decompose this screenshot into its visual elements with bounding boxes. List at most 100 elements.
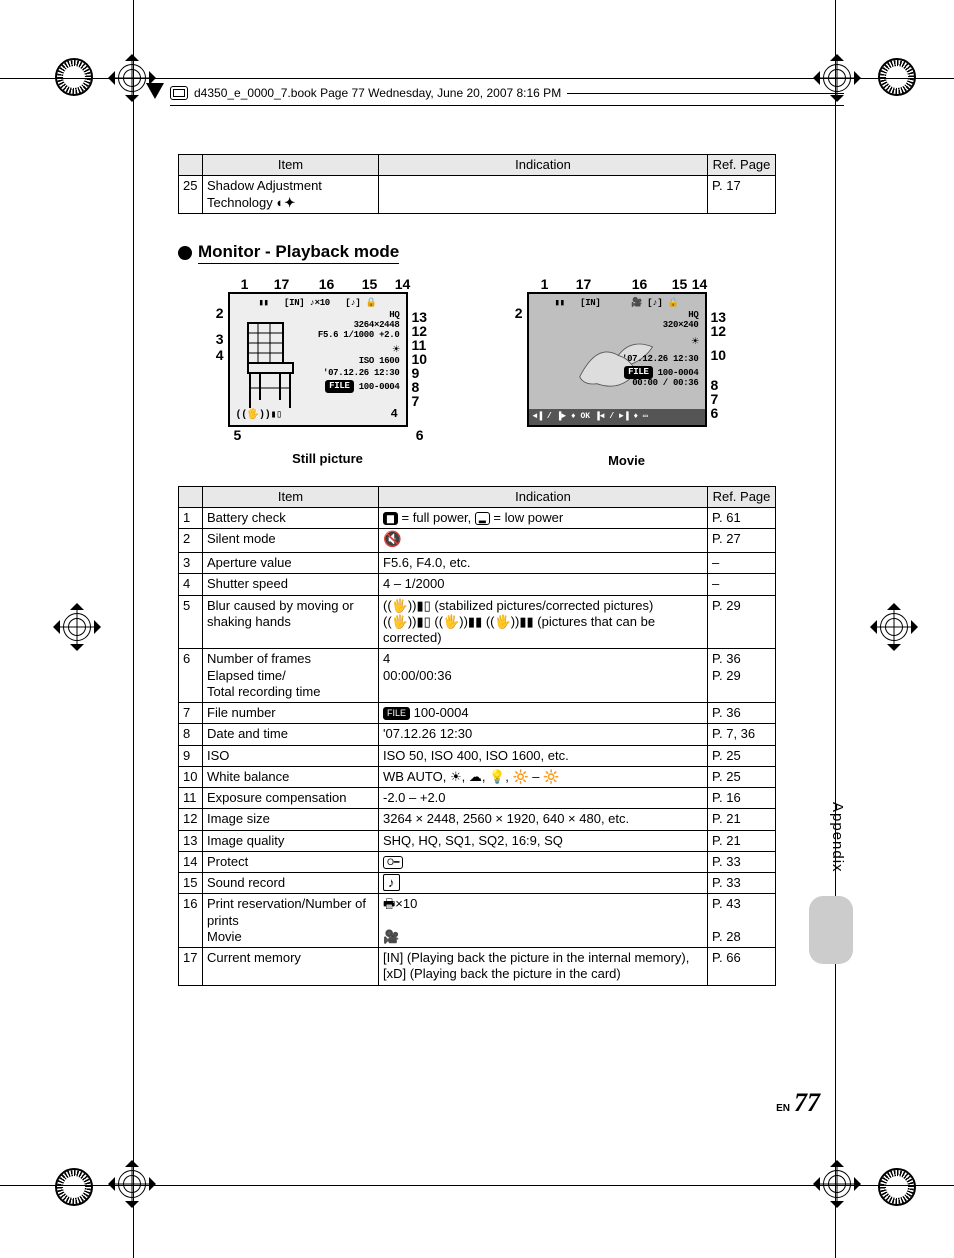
cell-indication: 4 00:00/00:36 — [379, 649, 708, 703]
cell-num: 16 — [179, 894, 203, 948]
wb-sunny-icon: ☀ — [450, 769, 462, 784]
cell-indication: SHQ, HQ, SQ1, SQ2, 16:9, SQ — [379, 830, 708, 851]
osd-line: ISO 1600 — [230, 356, 406, 366]
battery-full-icon: ▮▮ — [258, 298, 268, 308]
cell-num: 8 — [179, 724, 203, 745]
cell-num: 2 — [179, 529, 203, 553]
cell-indication: -2.0 – +2.0 — [379, 788, 708, 809]
registration-mark-icon — [878, 1168, 916, 1206]
cell-ref: P. 36 P. 29 — [708, 649, 776, 703]
cell-indication: ♪ — [379, 873, 708, 894]
table-row: 7File numberFILE 100-0004P. 36 — [179, 703, 776, 724]
diagram-movie: 1 17 16 15 14 2 ▮▮ [IN] — [507, 276, 747, 468]
cell-num: 4 — [179, 574, 203, 595]
monitor-diagrams: 1 17 16 15 14 2 3 4 — [178, 276, 776, 468]
cell-ref: P. 7, 36 — [708, 724, 776, 745]
osd-line: F5.6 1/1000 +2.0 — [230, 330, 406, 340]
cell-item: File number — [203, 703, 379, 724]
heading-text: Monitor - Playback mode — [198, 242, 399, 264]
table-row: 11Exposure compensation-2.0 – +2.0P. 16 — [179, 788, 776, 809]
cell-ref: P. 61 — [708, 508, 776, 529]
page-footer: EN 77 — [776, 1088, 820, 1118]
cell-item: Exposure compensation — [203, 788, 379, 809]
cell-num: 12 — [179, 809, 203, 830]
cell-indication: [IN] (Playing back the picture in the in… — [379, 948, 708, 986]
page-header: d4350_e_0000_7.book Page 77 Wednesday, J… — [170, 86, 844, 100]
table-row: 3Aperture valueF5.6, F4.0, etc.– — [179, 553, 776, 574]
osd-line: ▮▮ [IN] ♪×10 [♪] 🔒 — [230, 298, 406, 308]
footer-lang: EN — [776, 1103, 790, 1114]
callout-left-col: 2 3 4 — [208, 292, 224, 427]
print-reservation-icon: 🖶 — [383, 896, 395, 911]
crop-line — [835, 0, 836, 1258]
osd-line: '07.12.26 12:30 — [230, 368, 406, 378]
table-row: 25 Shadow Adjustment Technology ◐✦ P. 17 — [179, 176, 776, 214]
cell-item: ISO — [203, 745, 379, 766]
table-row: 15Sound record♪P. 33 — [179, 873, 776, 894]
crop-line — [0, 1185, 954, 1186]
th-item: Item — [203, 155, 379, 176]
callout-top-row: 1 17 16 15 14 — [234, 276, 448, 292]
table-row: 13Image qualitySHQ, HQ, SQ1, SQ2, 16:9, … — [179, 830, 776, 851]
osd-line: HQ — [529, 310, 705, 320]
cell-ref: P. 25 — [708, 766, 776, 787]
bookmark-icon — [146, 83, 164, 99]
osd-line: ▮▮ [IN] 🎥 [♪] 🔒 — [529, 298, 705, 308]
wb-tungsten-icon: 💡 — [489, 769, 505, 784]
cell-item: Date and time — [203, 724, 379, 745]
osd-controls-bar: ◄▐ / ▐► ♦ OK ▐◄ / ►▐ ♦ ▭ — [529, 409, 705, 425]
table-row: 9ISOISO 50, ISO 400, ISO 1600, etc.P. 25 — [179, 745, 776, 766]
callout-right-col: 13 12 11 10 9 8 7 — [412, 292, 428, 427]
table-row: 14ProtectO━P. 33 — [179, 851, 776, 872]
battery-low-icon: ▂ — [475, 512, 490, 525]
cell-num: 17 — [179, 948, 203, 986]
cell-indication: 🔇 — [379, 529, 708, 553]
wb-cloudy-icon: ☁ — [469, 769, 482, 784]
cell-ref: P. 27 — [708, 529, 776, 553]
cell-ref: P. 36 — [708, 703, 776, 724]
cell-indication: FILE 100-0004 — [379, 703, 708, 724]
cell-item: Current memory — [203, 948, 379, 986]
battery-full-icon: ▮▮ — [555, 298, 565, 308]
wb-fluorescent1-icon: 🔆 — [512, 769, 528, 784]
cell-indication: WB AUTO, ☀, ☁, 💡, 🔆 – 🔆 — [379, 766, 708, 787]
book-icon — [170, 86, 188, 100]
cell-item: Silent mode — [203, 529, 379, 553]
registration-mark-icon — [55, 58, 93, 96]
protect-icon: 🔒 — [668, 298, 679, 308]
cell-item: Number of frames Elapsed time/ Total rec… — [203, 649, 379, 703]
cell-item: Image size — [203, 809, 379, 830]
osd-line: 3264×2448 — [230, 320, 406, 330]
cell-item: Battery check — [203, 508, 379, 529]
protect-icon: 🔒 — [366, 298, 377, 308]
table-row: 17Current memory[IN] (Playing back the p… — [179, 948, 776, 986]
cell-num: 9 — [179, 745, 203, 766]
osd-line: 00:00 / 00:36 — [529, 378, 705, 388]
table-row: 6Number of frames Elapsed time/ Total re… — [179, 649, 776, 703]
cell-ref: P. 29 — [708, 595, 776, 649]
callout-right-col: 13 12 10 8 7 6 — [711, 292, 727, 427]
cell-ref: P. 33 — [708, 851, 776, 872]
cell-indication: ((🖐))▮▯ (stabilized pictures/corrected p… — [379, 595, 708, 649]
table-row: 16Print reservation/Number of prints Mov… — [179, 894, 776, 948]
osd-line: '07.12.26 12:30 — [529, 354, 705, 364]
cell-item: Print reservation/Number of prints Movie — [203, 894, 379, 948]
stabilized-ok-icon: ((🖐))▮▯ — [383, 598, 431, 613]
cell-item: Protect — [203, 851, 379, 872]
cell-ref: P. 16 — [708, 788, 776, 809]
cell-indication: '07.12.26 12:30 — [379, 724, 708, 745]
cell-ref: P. 21 — [708, 830, 776, 851]
th-indication: Indication — [379, 155, 708, 176]
cell-num: 7 — [179, 703, 203, 724]
cell-indication: 3264 × 2448, 2560 × 1920, 640 × 480, etc… — [379, 809, 708, 830]
osd-wb-icon: ☀ — [230, 342, 406, 357]
cell-indication: ▆ = full power, ▂ = low power — [379, 508, 708, 529]
cell-num: 10 — [179, 766, 203, 787]
cell-ref: – — [708, 574, 776, 595]
callout-bottom-row: 5 6 — [234, 427, 448, 443]
battery-full-icon: ▆ — [383, 512, 398, 525]
movie-icon: 🎥 — [383, 929, 399, 944]
table-row: 5Blur caused by moving or shaking hands(… — [179, 595, 776, 649]
cell-num: 3 — [179, 553, 203, 574]
cell-ref: P. 66 — [708, 948, 776, 986]
